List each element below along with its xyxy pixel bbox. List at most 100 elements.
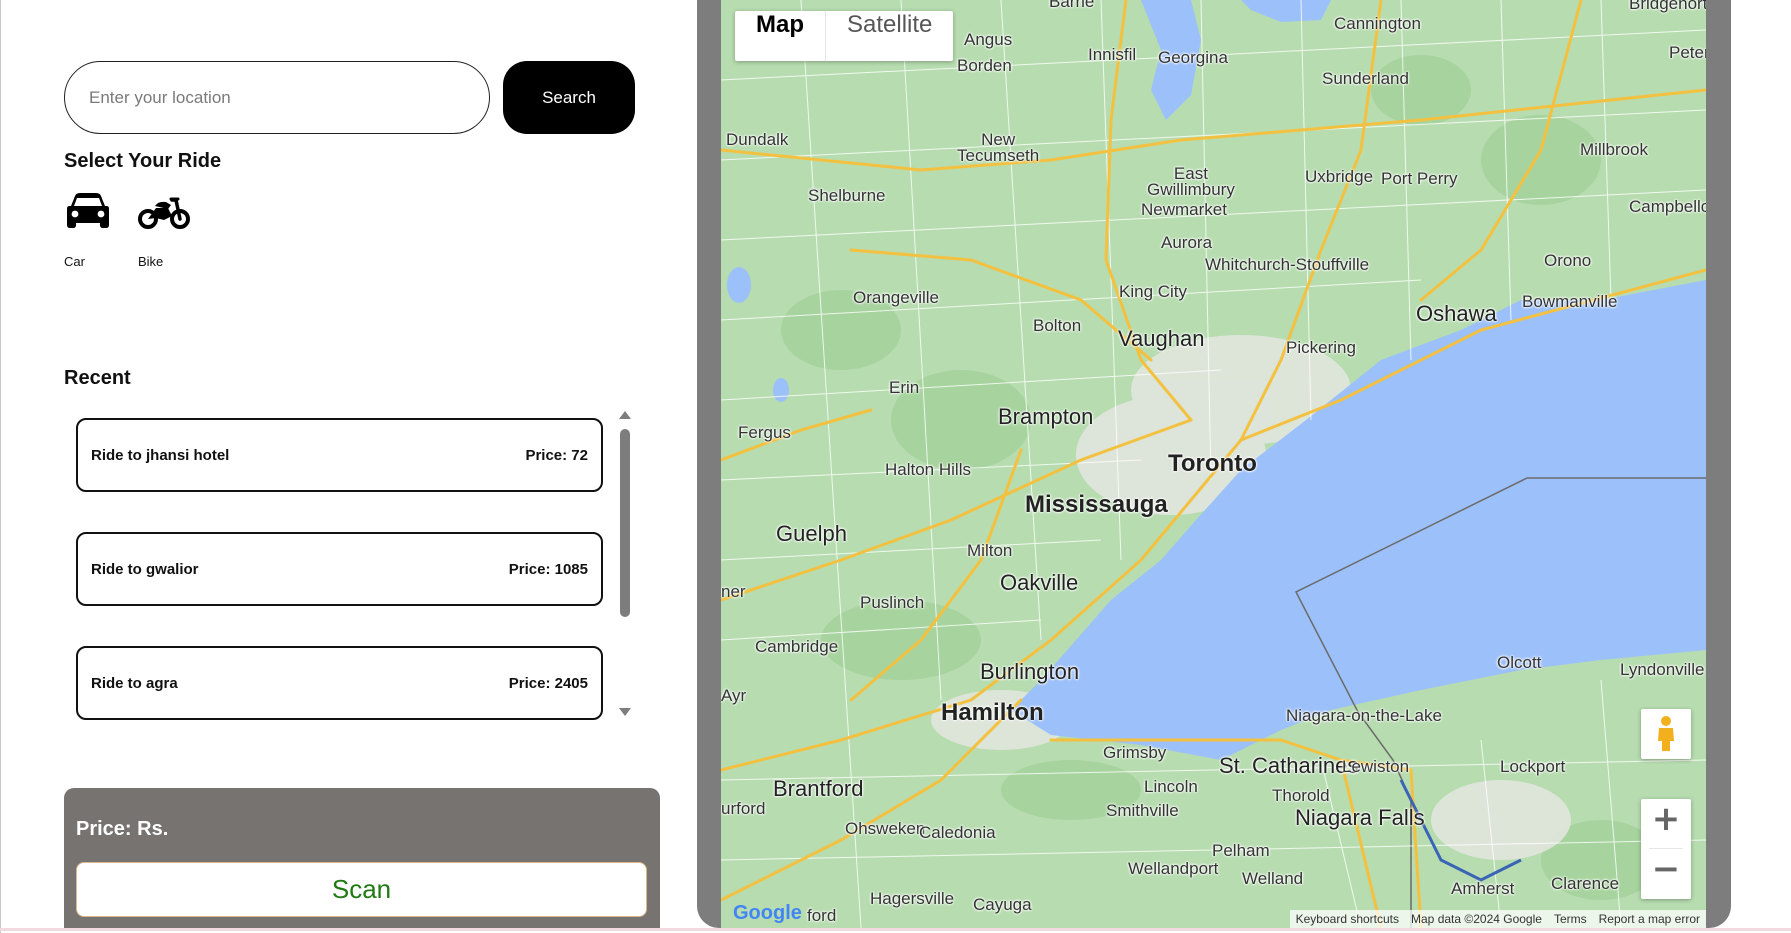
map-label-clarence: Clarence [1551,874,1620,893]
car-icon [66,192,110,232]
map-container: Toronto Mississauga Hamilton St. Cathari… [697,0,1731,928]
report-map-error-link[interactable]: Report a map error [1593,910,1706,928]
map-label-bowmanville: Bowmanville [1522,292,1618,311]
map-attribution-bar: Keyboard shortcuts Map data ©2024 Google… [1289,910,1706,928]
motorcycle-icon [138,196,190,230]
google-logo: Google [733,902,802,924]
map-label-pickering: Pickering [1286,338,1356,357]
map-label-hagersville: Hagersville [870,889,955,908]
map-type-satellite-button[interactable]: Satellite [825,11,953,61]
recent-ride-item[interactable]: Ride to jhansi hotel Price: 72 [76,418,603,492]
map-label-uxbridge: Uxbridge [1305,167,1374,186]
map-label-erin: Erin [889,378,920,397]
map-type-control: Map Satellite [735,11,954,61]
recent-scrollbar[interactable] [617,411,633,716]
map-label-whitchurch-stouffville: Whitchurch-Stouffville [1205,255,1370,274]
map-label-pelham: Pelham [1212,841,1270,860]
map-type-map-button[interactable]: Map [735,11,825,61]
scan-button[interactable]: Scan [76,862,647,917]
map-label-innisfil: Innisfil [1088,45,1137,64]
map-label-shelburne: Shelburne [808,186,886,205]
map-label-sunderland: Sunderland [1322,69,1409,88]
scroll-up-arrow-icon[interactable] [619,411,631,419]
price-panel: Price: Rs. Scan [64,788,660,928]
map-label-caledonia: Caledonia [919,823,996,842]
map-label-guelph: Guelph [776,521,847,546]
map-label-hamilton: Hamilton [941,699,1044,726]
zoom-in-button[interactable]: + [1641,799,1691,849]
street-view-pegman-button[interactable] [1641,709,1691,759]
map-label-waterford: urford [721,799,766,818]
map-label-port-perry: Port Perry [1381,169,1458,188]
search-button[interactable]: Search [503,61,635,134]
map-label-campbellcroft: Campbellcro [1629,197,1706,216]
window-left-border [0,0,1,933]
map-label-bolton: Bolton [1033,316,1082,335]
map-label-ayr: Ayr [721,686,747,705]
map-label-millbrook: Millbrook [1580,140,1649,159]
recent-ride-price: Price: 2405 [508,674,588,692]
location-search-input[interactable] [64,61,490,134]
map-canvas[interactable]: Toronto Mississauga Hamilton St. Cathari… [721,0,1706,928]
map-label-niagara-on-the-lake: Niagara-on-the-Lake [1286,706,1442,725]
map-data-credit: Map data ©2024 Google [1411,912,1542,926]
map-label-kitchener: ner [721,582,746,601]
scroll-down-arrow-icon[interactable] [619,708,631,716]
map-label-cambridge: Cambridge [755,637,839,656]
map-label-ford: ford [807,906,837,925]
zoom-control: + − [1641,799,1691,899]
window-bottom-border [0,928,1791,931]
map-label-brampton: Brampton [998,404,1094,429]
map-label-st-catharines: St. Catharines [1219,753,1359,778]
map-label-barrie: Barrie [1049,0,1095,11]
map-label-aurora: Aurora [1161,233,1213,252]
recent-ride-price: Price: 72 [525,446,588,464]
map-label-lyndonville: Lyndonville [1620,660,1705,679]
map-label-milton: Milton [967,541,1013,560]
map-label-toronto: Toronto [1168,450,1257,477]
ride-option-bike-label: Bike [138,254,164,269]
recent-ride-destination: Ride to jhansi hotel [91,446,230,464]
map-label-burlington: Burlington [980,659,1080,684]
map-label-lockport: Lockport [1500,757,1566,776]
map-label-mississauga: Mississauga [1025,491,1168,518]
map-label-georgina: Georgina [1158,48,1228,67]
scrollbar-thumb[interactable] [620,429,630,617]
recent-heading: Recent [64,367,131,389]
map-label-grimsby: Grimsby [1103,743,1167,762]
ride-option-car-label: Car [64,254,85,269]
map-label-bridgenorth: Bridgenorth [1629,0,1706,13]
map-label-angus: Angus [964,30,1013,49]
map-label-brantford: Brantford [773,776,864,801]
map-label-smithville: Smithville [1106,801,1179,820]
map-label-wellandport: Wellandport [1128,859,1219,878]
recent-rides-list[interactable]: Ride to jhansi hotel Price: 72 Ride to g… [64,415,624,720]
map-label-thorold: Thorold [1272,786,1330,805]
map-label-cayuga: Cayuga [973,895,1032,914]
map-label-ohsweken: Ohsweken [845,819,926,838]
ride-option-car[interactable] [66,192,110,232]
map-label-borden: Borden [957,56,1012,75]
recent-ride-destination: Ride to gwalior [91,560,199,578]
recent-ride-item[interactable]: Ride to gwalior Price: 1085 [76,532,603,606]
keyboard-shortcuts-link[interactable]: Keyboard shortcuts [1290,910,1405,928]
map-label-olcott: Olcott [1497,653,1542,672]
price-label: Price: Rs. [76,818,169,840]
map-label-oakville: Oakville [1000,570,1079,595]
zoom-out-button[interactable]: − [1641,849,1691,899]
recent-ride-price: Price: 1085 [508,560,588,578]
pegman-icon [1641,716,1691,763]
map-label-orono: Orono [1544,251,1592,270]
map-label-puslinch: Puslinch [860,593,925,612]
map-label-lewiston: Lewiston [1342,757,1410,776]
ride-option-bike[interactable] [138,196,190,230]
map-label-peterborough: Peterbo [1669,43,1706,62]
terms-link[interactable]: Terms [1548,910,1593,928]
recent-ride-destination: Ride to agra [91,674,178,692]
recent-ride-item[interactable]: Ride to agra Price: 2405 [76,646,603,720]
map-label-niagara-falls: Niagara Falls [1295,805,1425,830]
map-label-newmarket: Newmarket [1141,200,1227,219]
select-ride-heading: Select Your Ride [64,150,222,172]
map-label-new-tecumseth: New Tecumseth [957,130,1040,165]
map-label-oshawa: Oshawa [1416,301,1497,326]
